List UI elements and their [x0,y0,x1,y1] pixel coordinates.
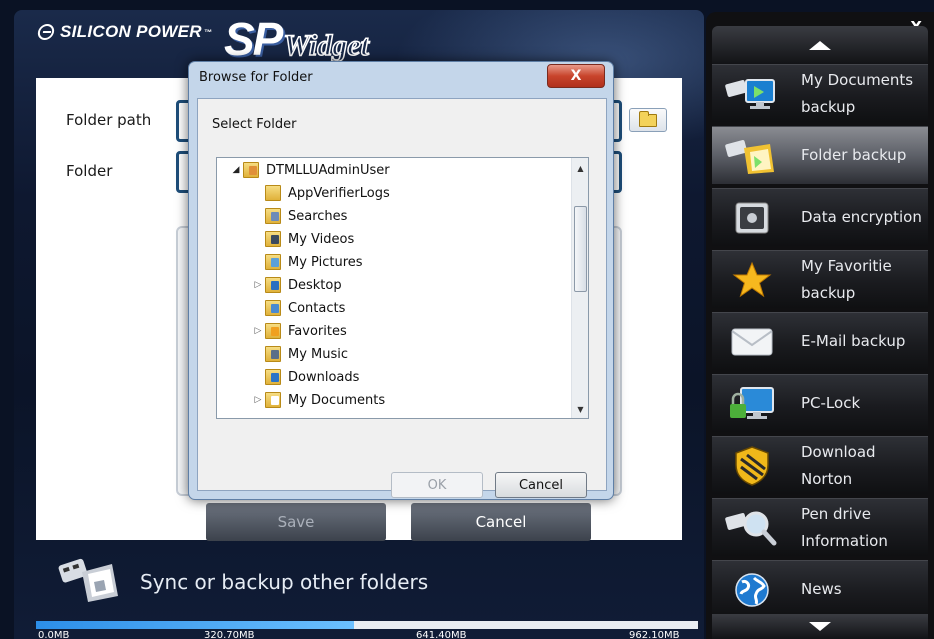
sidebar-item-label: PC-Lock [801,394,861,412]
tree-item-label: Searches [288,208,348,224]
tree-item-label: Downloads [288,369,360,385]
dialog-title: Browse for Folder [199,70,313,85]
brand-name: SILICON POWER [60,22,202,41]
videos-folder-icon [265,231,281,247]
tree-item[interactable]: ▷ Desktop [251,274,342,296]
folder-path-label: Folder path [66,111,152,129]
cancel-button[interactable]: Cancel [411,503,591,541]
dialog-close-button[interactable]: X [547,64,605,88]
tree-item[interactable]: My Pictures [251,251,363,273]
envelope-icon [722,318,782,366]
sidebar-item-data-encryption[interactable]: Data encryption [712,188,928,246]
magnifier-icon [722,504,782,552]
music-folder-icon [265,346,281,362]
contacts-folder-icon [265,300,281,316]
tree-item-label: Favorites [288,323,347,339]
tree-item[interactable]: Searches [251,205,347,227]
folder-icon [265,185,281,201]
documents-folder-icon [265,392,281,408]
desktop-folder-icon [265,277,281,293]
sidebar-item-label: E-Mail backup [801,332,906,350]
pc-lock-icon [722,380,782,428]
folder-tree[interactable]: ▲ ▼ ◢ DTMLLUAdminUser AppVerifierLogs Searc… [216,157,589,419]
documents-backup-icon [722,70,782,118]
sidebar-item-label: My Documents backup [801,70,914,116]
collapsed-arrow-icon[interactable]: ▷ [251,326,265,336]
usb-folder-icon [58,558,118,602]
sidebar-item-label: News [801,580,842,598]
footer-title: Sync or backup other folders [140,570,429,594]
progress-label-2: 641.40MB [416,630,467,639]
shield-icon [722,442,782,490]
sidebar-scroll-down-button[interactable] [712,614,928,639]
collapsed-arrow-icon[interactable]: ▷ [251,280,265,290]
tree-item-label: Contacts [288,300,346,316]
tree-item[interactable]: Contacts [251,297,345,319]
scrollbar-thumb[interactable] [574,206,587,292]
folder-icon [639,110,657,127]
sidebar-item-label: Pen drive Information [801,504,888,550]
expanded-arrow-icon[interactable]: ◢ [229,165,243,175]
chevron-down-icon [809,622,831,631]
tree-item[interactable]: AppVerifierLogs [251,182,390,204]
downloads-folder-icon [265,369,281,385]
sidebar-item-label: Data encryption [801,208,922,226]
tree-item-label: AppVerifierLogs [288,185,390,201]
scroll-down-arrow-icon[interactable]: ▼ [572,401,589,418]
sidebar-item-label: My Favoritie backup [801,256,892,302]
folder-backup-icon [722,132,782,180]
star-icon [722,256,782,304]
sidebar: – X My Documents backup Folder backup Da… [706,12,934,639]
progress-label-0: 0.0MB [38,630,70,639]
sidebar-scroll-up-button[interactable] [712,26,928,64]
dialog-cancel-button[interactable]: Cancel [495,472,587,498]
progress-label-3: 962.10MB [629,630,680,639]
folder-label: Folder [66,162,113,180]
collapsed-arrow-icon[interactable]: ▷ [251,395,265,405]
storage-progress-bar [36,621,698,629]
dialog-ok-button[interactable]: OK [391,472,483,498]
save-button[interactable]: Save [206,503,386,541]
brand-logo: SILICON POWER ™ [36,22,212,42]
searches-folder-icon [265,208,281,224]
tree-item[interactable]: ▷ Favorites [251,320,347,342]
scroll-up-arrow-icon[interactable]: ▲ [572,160,589,177]
tree-item[interactable]: ▷ My Documents [251,389,385,411]
globe-icon [722,566,782,614]
tree-item-label: My Videos [288,231,355,247]
sidebar-item-download-norton[interactable]: Download Norton [712,436,928,494]
tree-item[interactable]: My Music [251,343,348,365]
browse-folder-button[interactable] [629,108,667,132]
progress-label-1: 320.70MB [204,630,255,639]
tree-item-label: My Music [288,346,349,362]
product-logo: SPWidget [224,13,370,65]
user-folder-icon [243,162,259,178]
sidebar-item-pc-lock[interactable]: PC-Lock [712,374,928,432]
sidebar-item-news[interactable]: News [712,560,928,618]
sidebar-item-documents-backup[interactable]: My Documents backup [712,64,928,122]
tree-item-label: DTMLLUAdminUser [266,162,390,178]
browse-folder-dialog: Browse for Folder X Select Folder ▲ ▼ ◢ D… [188,61,614,500]
tree-item-label: My Pictures [288,254,363,270]
tree-item[interactable]: My Videos [251,228,354,250]
tree-item[interactable]: ◢ DTMLLUAdminUser [229,159,390,181]
tree-item[interactable]: Downloads [251,366,359,388]
sidebar-item-email-backup[interactable]: E-Mail backup [712,312,928,370]
select-folder-caption: Select Folder [212,117,297,132]
tree-scrollbar[interactable]: ▲ ▼ [571,158,588,418]
pictures-folder-icon [265,254,281,270]
sidebar-item-label: Download Norton [801,442,876,488]
tree-item-label: Desktop [288,277,342,293]
sidebar-item-label: Folder backup [801,146,907,164]
dialog-body: Select Folder ▲ ▼ ◢ DTMLLUAdminUser AppVer… [197,98,607,491]
favorites-folder-icon [265,323,281,339]
silicon-power-logo-icon [36,24,56,40]
sidebar-item-folder-backup[interactable]: Folder backup [712,126,928,184]
safe-icon [722,194,782,242]
chevron-up-icon [809,40,831,50]
sidebar-item-favorite-backup[interactable]: My Favoritie backup [712,250,928,308]
sidebar-item-pen-drive-information[interactable]: Pen drive Information [712,498,928,556]
storage-progress-fill [36,621,354,629]
tree-item-label: My Documents [288,392,386,408]
